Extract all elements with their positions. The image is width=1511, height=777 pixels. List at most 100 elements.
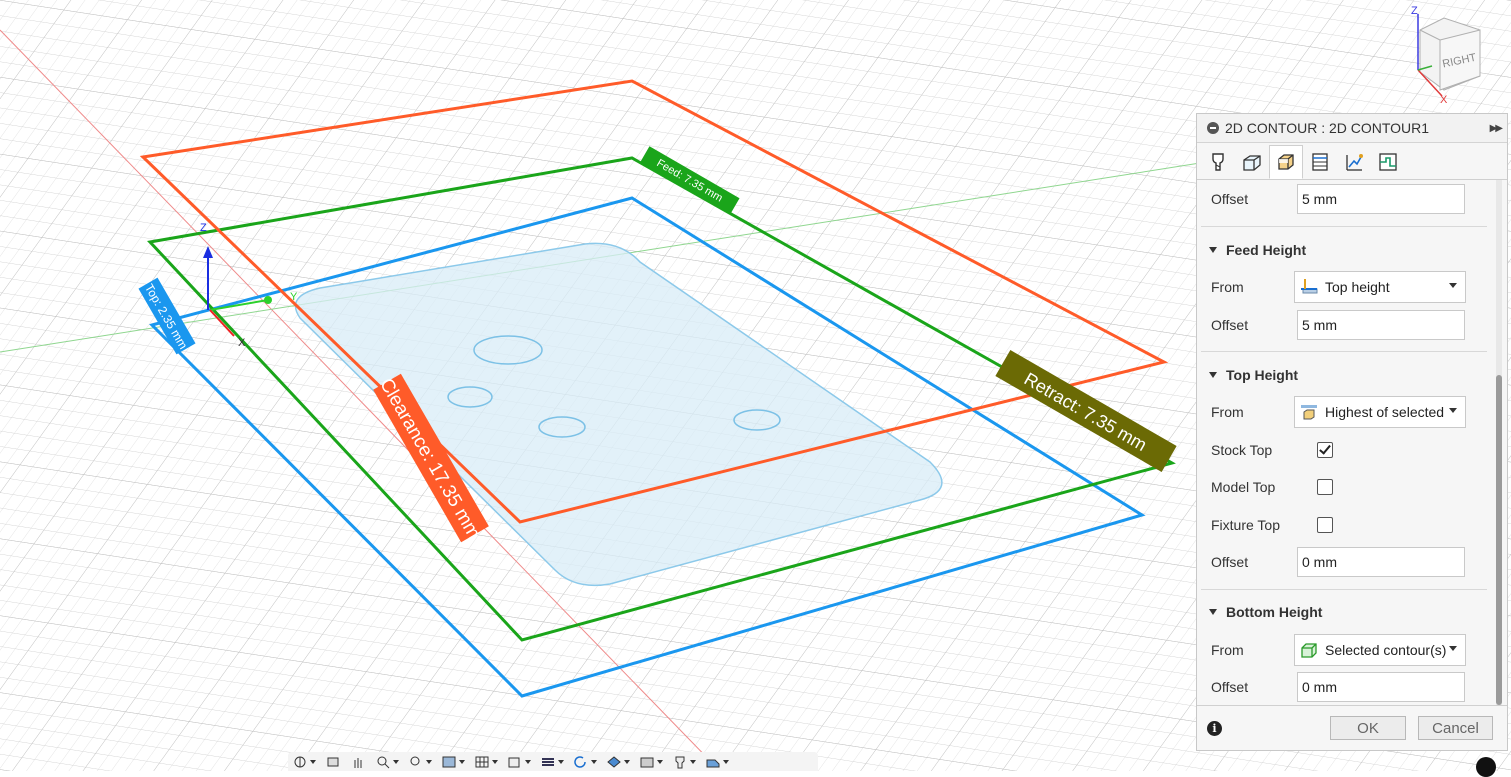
feed-from-row: From Top height [1211,271,1481,303]
bottom-offset-input[interactable]: 0 mm [1297,672,1465,702]
top-height-icon [1301,279,1318,294]
zoom-icon [377,756,390,768]
navigation-toolbar [288,752,818,771]
section-divider [1201,226,1487,227]
pan-tool[interactable] [350,755,366,769]
dialog-tabs [1197,143,1507,180]
dropdown-arrow-icon [657,759,663,764]
status-indicator-icon[interactable] [1476,757,1496,777]
section-divider [1201,351,1487,352]
viewports-icon [508,757,520,767]
grid-tool[interactable] [474,755,498,769]
dropdown-arrow-icon [525,759,531,764]
display-mode-tool[interactable] [441,755,465,769]
refresh-icon [574,755,586,768]
axis-z-label: Z [200,222,207,234]
refresh-tool[interactable] [573,755,597,769]
top-offset-input[interactable]: 0 mm [1297,547,1465,577]
linking-icon [1346,154,1363,171]
fixture-top-label: Fixture Top [1211,517,1280,533]
tool-icon [1212,153,1224,171]
section-title: Feed Height [1226,242,1307,258]
fit-tool[interactable] [408,755,432,769]
scrollbar-thumb[interactable] [1496,375,1502,705]
tool-display-tool[interactable] [672,755,696,769]
dropdown-arrow-icon [459,759,465,764]
section-top-height[interactable]: Top Height [1209,367,1298,383]
triangle-down-icon [1209,247,1217,253]
bottom-from-row: From Selected contour(s) [1211,634,1481,666]
from-label: From [1211,404,1244,420]
export-tool[interactable] [705,755,729,769]
from-label: From [1211,642,1244,658]
bottom-from-select[interactable]: Selected contour(s) [1294,634,1466,666]
section-title: Top Height [1226,367,1299,383]
export-icon [706,759,720,767]
axis-x-label: X [238,337,246,349]
stock-top-checkbox[interactable] [1317,442,1333,458]
collapse-icon[interactable] [1207,122,1219,134]
display-mode-icon [442,756,456,767]
section-bottom-height[interactable]: Bottom Height [1209,604,1322,620]
from-label: From [1211,279,1244,295]
dropdown-arrow-icon [426,759,432,764]
model-top-row: Model Top [1211,471,1481,503]
ok-button[interactable]: OK [1330,716,1406,740]
dialog-header[interactable]: 2D CONTOUR : 2D CONTOUR1 ▶▶ [1197,114,1507,143]
dialog-footer: i OK Cancel [1197,705,1507,750]
orbit-icon [294,756,306,767]
feed-offset-row: Offset 5 mm [1211,309,1481,341]
dropdown-arrow-icon [1449,283,1457,288]
dropdown-arrow-icon [591,759,597,764]
model-top-checkbox[interactable] [1317,479,1333,495]
fixture-top-checkbox[interactable] [1317,517,1333,533]
appearance-tool[interactable] [606,755,630,769]
bottom-offset-row: Offset 0 mm [1211,671,1481,703]
view-cube-x-label: X [1440,94,1448,106]
section-icon [542,757,554,766]
tab-linking[interactable] [1337,145,1371,179]
select-value: Highest of selected [1325,404,1445,420]
tab-tool[interactable] [1201,145,1235,179]
dialog-scrollbar[interactable] [1496,180,1502,706]
offset-label: Offset [1211,679,1249,695]
tab-passes[interactable] [1303,145,1337,179]
info-icon[interactable]: i [1207,721,1222,736]
dropdown-arrow-icon [1449,646,1457,651]
tool-display-icon [675,756,685,768]
dropdown-arrow-icon [624,759,630,764]
dropdown-arrow-icon [690,759,696,764]
offset-label: Offset [1211,554,1249,570]
viewports-tool[interactable] [507,755,531,769]
look-at-tool[interactable] [325,755,341,769]
feed-offset-input[interactable]: 5 mm [1297,310,1465,340]
top-from-select[interactable]: Highest of selected [1294,396,1466,428]
appearance-icon [607,755,621,768]
dropdown-arrow-icon [1449,408,1457,413]
camera-tool[interactable] [639,755,663,769]
feed-from-select[interactable]: Top height [1294,271,1466,303]
operation-dialog: 2D CONTOUR : 2D CONTOUR1 ▶▶ Offset 5 mm [1196,113,1508,751]
passes-icon [1312,153,1328,171]
tab-heights[interactable] [1269,145,1303,179]
dropdown-arrow-icon [558,759,564,764]
geometry-icon [1243,155,1261,171]
cancel-button[interactable]: Cancel [1418,716,1493,740]
section-feed-height[interactable]: Feed Height [1209,242,1306,258]
dropdown-arrow-icon [492,759,498,764]
selected-contour-icon [1301,643,1317,658]
clearance-offset-input[interactable]: 5 mm [1297,184,1465,214]
section-tool[interactable] [540,755,564,769]
tab-geometry[interactable] [1235,145,1269,179]
offset-label: Offset [1211,191,1249,207]
zoom-tool[interactable] [375,755,399,769]
section-divider [1201,589,1487,590]
orbit-tool[interactable] [292,755,316,769]
highest-selected-icon [1301,405,1317,420]
double-chevron-right-icon[interactable]: ▶▶ [1490,123,1503,134]
tab-post-process[interactable] [1371,145,1405,179]
dropdown-arrow-icon [310,759,316,764]
fixture-top-row: Fixture Top [1211,509,1481,541]
top-offset-row: Offset 0 mm [1211,546,1481,578]
dropdown-arrow-icon [393,759,399,764]
